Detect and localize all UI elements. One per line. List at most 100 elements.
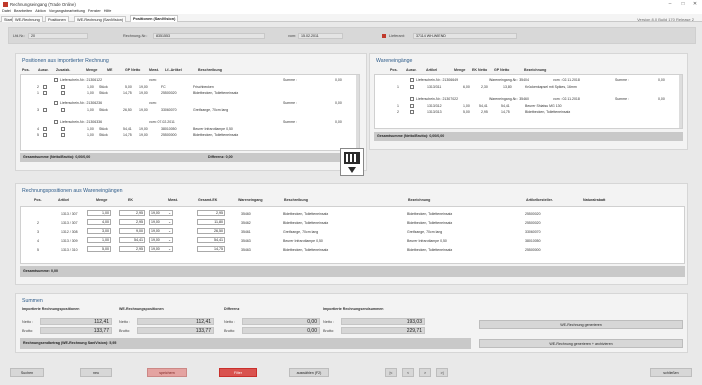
beschreibung: Frischbecken [193,85,214,89]
tab-bar: Start WE-Rechnung Positionen WE-Rechnung… [0,14,702,22]
we-rechnung-generieren-button[interactable]: WE-Rechnung generieren [479,320,683,329]
mwst-select[interactable]: 19,00 ⌄ [149,219,173,225]
chevron-down-icon: ⌄ [168,211,171,215]
we-netto-value: 112,41 [137,318,214,325]
col-beschreibung: Beschreibung [198,68,222,72]
list-item[interactable]: 2 1313/313 5,00 2,95 14,75 Bidetbecken, … [375,110,680,116]
table-row[interactable]: 2 1313 / 307 4,00 2,95 19,00 ⌄ 11,80 3546… [21,219,684,226]
col-menge: Menge [86,68,98,72]
tab-positionen-sanivision[interactable]: Positionen (SaniVision) [130,15,179,22]
gesamt-ek-input[interactable]: 2,95 [197,210,225,216]
menge-input[interactable]: 4,00 [87,219,111,225]
filter-button[interactable]: Filter [219,368,257,377]
schliessen-button[interactable]: schließen [650,368,692,377]
group-checkbox[interactable] [54,101,58,105]
mwst-select[interactable]: 19,00 ⌄ [149,210,173,216]
transfer-button[interactable] [340,148,364,176]
nav-last-button[interactable]: >| [436,368,448,377]
list-item[interactable]: 1 1313/311 6,00 2,30 13,80 Krückenkapsel… [375,85,680,91]
menge-input[interactable]: 5,00 [87,246,111,252]
list-item[interactable]: 5 1,00 Stück 14,75 19,00 25500000 Bidetb… [21,133,359,139]
chevron-down-icon: ⌄ [168,220,171,224]
zusatzk-checkbox[interactable] [61,85,65,89]
menge-input[interactable]: 3,00 [87,228,111,234]
ausw-checkbox[interactable] [43,91,47,95]
ausw-checkbox[interactable] [43,108,47,112]
gesamt-ek-input[interactable]: 26,50 [197,228,225,234]
menu-vorgangsbearbeitung[interactable]: Vorgangsbearbeitung [49,9,85,13]
speichern-button[interactable]: speichern [147,368,187,377]
ausw-checkbox[interactable] [410,110,414,114]
menu-bearbeiten[interactable]: Bearbeiten [14,9,32,13]
nav-next-button[interactable]: > [419,368,431,377]
ausw-checkbox[interactable] [43,133,47,137]
gesamt-ek-input[interactable]: 11,80 [197,219,225,225]
zusatzk-checkbox[interactable] [61,108,65,112]
ek-input[interactable]: 2,95 [119,219,145,225]
neu-button[interactable]: neu [80,368,112,377]
zusatzk-checkbox[interactable] [61,91,65,95]
table-row[interactable]: 1313 / 307 1,00 2,95 19,00 ⌄ 2,95 35460 B… [21,210,684,217]
close-icon[interactable]: ✕ [689,0,701,8]
menu-datei[interactable]: Datei [2,9,11,13]
group-checkbox[interactable] [410,97,414,101]
group-checkbox[interactable] [54,78,58,82]
ausw-checkbox[interactable] [410,104,414,108]
list-item[interactable]: 1 1,00 Stück 14,75 19,00 25500020 Bidetb… [21,91,359,97]
tab-we-rechnung-sanivision[interactable]: WE-Rechnung (SaniVision) [74,16,127,22]
pos: 1 [397,104,399,108]
ek-input[interactable]: 54,41 [119,237,145,243]
group-we: Wareneingang-Nr.: 35404 [489,78,529,82]
group-head: Lieferschein-Nr.: 21306649 [416,78,459,82]
ek-input[interactable]: 2,95 [119,210,145,216]
ausw-checkbox[interactable] [43,85,47,89]
nav-first-button[interactable]: |< [385,368,397,377]
suchen-button[interactable]: Suchen [10,368,44,377]
table-row[interactable]: 3 1312 / 308 3,00 9,00 19,00 ⌄ 26,50 3546… [21,228,684,235]
ek-input[interactable]: 9,00 [119,228,145,234]
zusatzk-checkbox[interactable] [61,133,65,137]
menu-aktion[interactable]: Aktion [35,9,46,13]
beschreibung: Greifzange, 70cm lang [193,108,229,112]
col-menge: Menge [96,198,108,202]
imported-positions-panel: Positionen aus importierter Rechnung Pos… [15,53,367,171]
zusatzk-checkbox[interactable] [61,127,65,131]
lieferant-field[interactable]: 37114 WH-WIEND [413,33,517,39]
mwst-select[interactable]: 19,00 ⌄ [149,228,173,234]
wareneingang: 35462 [241,221,251,225]
menge-input[interactable]: 1,00 [87,237,111,243]
menu-hilfe[interactable]: Hilfe [104,9,112,13]
menu-fenster[interactable]: Fenster [88,9,101,13]
minimize-icon[interactable]: – [664,0,676,8]
lf-artikel: FC [161,85,166,89]
mwst-select[interactable]: 19,00 ⌄ [149,237,173,243]
lfnr-field[interactable]: 20 [28,33,88,39]
group-checkbox[interactable] [410,78,414,82]
col-ek: EK [128,198,133,202]
rechnr-field[interactable]: 8351553 [153,33,265,39]
tab-positionen[interactable]: Positionen [45,16,69,22]
gp-netto: 13,80 [503,85,512,89]
group-checkbox[interactable] [54,120,58,124]
scrollbar[interactable] [679,75,682,128]
mwst: 19,00 [139,133,148,137]
nav-prev-button[interactable]: < [402,368,414,377]
table-row[interactable]: 4 1313 / 309 1,00 54,41 19,00 ⌄ 54,41 354… [21,237,684,244]
mwst-select[interactable]: 19,00 ⌄ [149,246,173,252]
summen-col-endsummen: Importierte Rechnungsendsummen [323,307,384,311]
ausw-checkbox[interactable] [43,127,47,131]
ek-input[interactable]: 2,95 [119,246,145,252]
gesamt-ek-input[interactable]: 54,41 [197,237,225,243]
auswaehlen-button[interactable]: auswählen (F2) [289,368,329,377]
list-item[interactable]: 3 1,00 Stück 26,50 19,00 33060070 Greifz… [21,108,359,114]
scrollbar[interactable] [356,75,359,150]
table-row[interactable]: 5 1313 / 310 5,00 2,95 19,00 ⌄ 14,75 3546… [21,246,684,253]
tab-we-rechnung[interactable]: WE-Rechnung [12,16,43,22]
menge-input[interactable]: 1,00 [87,210,111,216]
maximize-icon[interactable]: □ [677,0,689,8]
vom-field[interactable]: 15.02.2011 [298,33,343,39]
ausw-checkbox[interactable] [410,85,414,89]
we-rechnung-generieren-archivieren-button[interactable]: WE-Rechnung generieren + archivieren [479,339,683,348]
col-pos: Pos. [34,198,42,202]
gesamt-ek-input[interactable]: 14,75 [197,246,225,252]
